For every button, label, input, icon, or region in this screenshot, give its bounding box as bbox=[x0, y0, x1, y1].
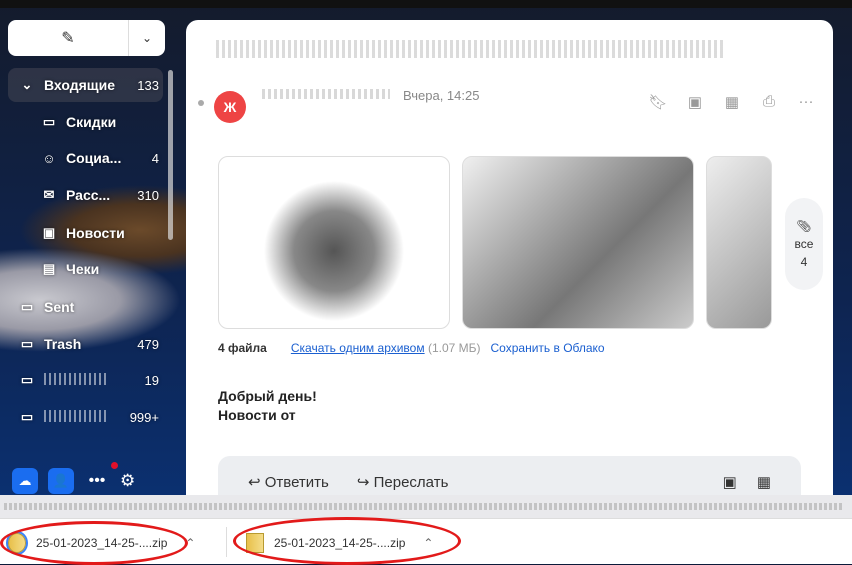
calendar-icon[interactable]: ▦ bbox=[722, 93, 742, 111]
sidebar-scrollbar[interactable] bbox=[168, 70, 173, 240]
sidebar-bottom: ☁ 👤 ••• ⚙ bbox=[12, 462, 135, 494]
sidebar-item-label bbox=[44, 372, 145, 388]
sidebar-item-label: Расс... bbox=[66, 187, 111, 203]
message-view: Ж Вчера, 14:25 🔖︎ ▣ ▦ ⎙ ··· 📎︎ все 4 4 ф… bbox=[186, 20, 833, 500]
chevron-down-icon: ⌄ bbox=[21, 77, 33, 92]
sidebar-item[interactable]: ▣ Новости bbox=[8, 216, 163, 250]
forward-button[interactable]: ↪ Переслать bbox=[357, 473, 449, 491]
chevron-down-icon: ⌄ bbox=[141, 31, 153, 45]
video-icon[interactable]: ▣ bbox=[723, 473, 737, 491]
message-date: Вчера, 14:25 bbox=[403, 88, 480, 103]
paperclip-icon: 📎︎ bbox=[796, 219, 812, 233]
sidebar-item[interactable]: ⌄ Входящие 133 bbox=[8, 68, 163, 102]
sidebar-item[interactable]: ▤ Чеки bbox=[8, 252, 163, 286]
newsletter-icon: ✉ bbox=[43, 187, 55, 202]
sidebar-item[interactable]: ☺ Социа... 4 bbox=[8, 141, 163, 175]
sidebar-item-label: Новости bbox=[66, 225, 125, 241]
forward-label: Переслать bbox=[373, 474, 449, 491]
receipt-icon: ▤ bbox=[42, 261, 56, 276]
more-icon[interactable]: ··· bbox=[796, 93, 816, 111]
compose-button-group: ✎ ⌄ bbox=[8, 20, 165, 56]
sidebar-item-label: Скидки bbox=[66, 114, 117, 130]
reply-label: Ответить bbox=[264, 474, 329, 491]
red-annotation-oval bbox=[233, 517, 461, 565]
reply-bar: ↩ Ответить ↪ Переслать ▣ ▦ bbox=[218, 456, 801, 500]
downloads-bar: 25-01-2023_14-25-....zip ⌃ 25-01-2023_14… bbox=[0, 517, 852, 565]
sidebar-item[interactable]: ▭ Скидки bbox=[8, 105, 163, 139]
sidebar-item-count: 479 bbox=[137, 336, 159, 352]
sidebar-item[interactable]: ▭ 19 bbox=[8, 363, 163, 397]
contacts-icon[interactable]: 👤 bbox=[48, 468, 74, 494]
download-archive-link[interactable]: Скачать одним архивом bbox=[291, 341, 425, 355]
greeting-text: Добрый день! bbox=[218, 388, 317, 404]
sidebar-item-label: Sent bbox=[44, 299, 75, 315]
message-subject-redacted bbox=[216, 40, 726, 58]
print-icon[interactable]: ⎙ bbox=[759, 93, 779, 111]
all-count: 4 bbox=[800, 255, 808, 269]
top-band bbox=[0, 0, 852, 8]
sidebar-item-count: 310 bbox=[137, 187, 159, 203]
settings-gear-icon[interactable]: ⚙ bbox=[120, 471, 135, 491]
sidebar-item[interactable]: ▭ Sent bbox=[8, 290, 163, 324]
sidebar-item-label: Входящие bbox=[44, 77, 115, 93]
archive-size: (1.07 МБ) bbox=[427, 341, 481, 355]
sender-avatar[interactable]: Ж bbox=[214, 91, 246, 123]
folder-icon: ▭ bbox=[20, 299, 34, 314]
sidebar-item-count: 999+ bbox=[129, 409, 159, 425]
attachments-info: 4 файла Скачать одним архивом (1.07 МБ) … bbox=[218, 341, 605, 355]
sidebar-item-label: Trash bbox=[44, 336, 82, 352]
sidebar-item-count: 19 bbox=[144, 372, 159, 388]
sidebar-item-count: 4 bbox=[151, 150, 159, 166]
files-count: 4 файла bbox=[218, 341, 267, 355]
attachment-thumbnail[interactable] bbox=[462, 156, 694, 329]
sidebar-item[interactable]: ✉ Расс... 310 bbox=[8, 178, 163, 212]
compose-button[interactable]: ✎ bbox=[8, 20, 129, 56]
red-annotation-oval bbox=[0, 521, 188, 565]
sidebar-item-label: Социа... bbox=[66, 150, 122, 166]
news-from-text: Новости от bbox=[218, 407, 296, 423]
sidebar-item[interactable]: ▭ Trash 479 bbox=[8, 327, 163, 361]
folder-icon: ▭ bbox=[20, 336, 34, 351]
folder-icon: ▭ bbox=[42, 114, 56, 129]
save-to-cloud-link[interactable]: Сохранить в Облако bbox=[491, 341, 605, 355]
folder-icon: ▭ bbox=[20, 372, 34, 387]
attachment-thumbnail[interactable] bbox=[706, 156, 772, 329]
folder-icon: ▭ bbox=[20, 409, 34, 424]
reply-button[interactable]: ↩ Ответить bbox=[248, 473, 329, 491]
sidebar-item-count: 133 bbox=[137, 77, 159, 93]
divider bbox=[226, 527, 227, 557]
compose-dropdown[interactable]: ⌄ bbox=[129, 20, 165, 56]
more-apps-icon[interactable]: ••• bbox=[84, 462, 118, 490]
all-label: все bbox=[794, 237, 814, 251]
sidebar-item[interactable]: ▭ 999+ bbox=[8, 400, 163, 434]
video-icon[interactable]: ▣ bbox=[685, 93, 705, 111]
cloud-icon[interactable]: ☁ bbox=[12, 468, 38, 494]
unread-dot[interactable] bbox=[198, 100, 204, 106]
sidebar-item-label bbox=[44, 409, 130, 425]
calendar-icon[interactable]: ▦ bbox=[757, 473, 771, 491]
news-icon: ▣ bbox=[42, 225, 56, 240]
people-icon: ☺ bbox=[42, 150, 56, 166]
bookmark-icon[interactable]: 🔖︎ bbox=[648, 93, 668, 111]
status-bar-url bbox=[0, 495, 852, 518]
all-attachments-button[interactable]: 📎︎ все 4 bbox=[785, 198, 823, 290]
message-body: Добрый день! Новости от bbox=[218, 387, 317, 425]
sidebar-item-label: Чеки bbox=[66, 261, 100, 277]
attachment-thumbnail[interactable] bbox=[218, 156, 450, 329]
pencil-icon: ✎ bbox=[61, 30, 75, 47]
message-toolbar: 🔖︎ ▣ ▦ ⎙ ··· bbox=[648, 93, 816, 111]
sender-name-redacted[interactable] bbox=[262, 89, 390, 99]
